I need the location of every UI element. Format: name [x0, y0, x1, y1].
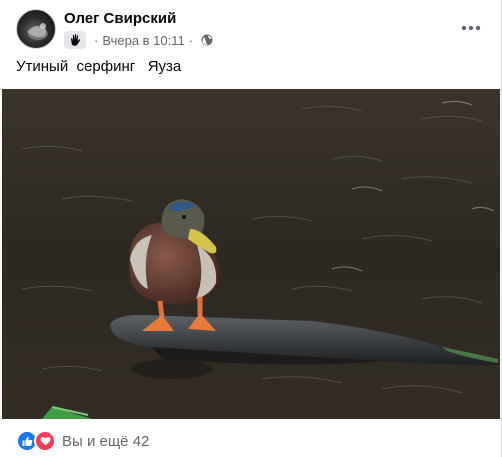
love-heart-icon: [34, 430, 56, 452]
hand-badge-icon[interactable]: [64, 31, 86, 49]
post-timestamp[interactable]: Вчера в 10:11: [102, 33, 184, 48]
reaction-icons[interactable]: [16, 430, 56, 452]
author-name[interactable]: Олег Свирский: [64, 10, 213, 28]
globe-icon[interactable]: [201, 34, 213, 46]
post-meta: Олег Свирский · Вчера в 10:11 ·: [64, 10, 213, 49]
more-options-icon: [461, 25, 481, 31]
feed-post: Олег Свирский · Вчера в 10:11 · Утиный с…: [0, 0, 502, 457]
meta-separator-2: ·: [188, 32, 194, 48]
post-header: Олег Свирский · Вчера в 10:11 ·: [16, 9, 489, 51]
post-caption: Утиный серфинг Яуза: [16, 58, 182, 75]
reactions-count[interactable]: Вы и ещё 42: [62, 433, 149, 450]
more-options-button[interactable]: [453, 10, 489, 46]
post-photo[interactable]: [2, 89, 500, 419]
post-subline: · Вчера в 10:11 ·: [64, 31, 213, 49]
avatar[interactable]: [16, 9, 56, 49]
meta-separator: ·: [94, 32, 99, 48]
reactions-bar: Вы и ещё 42: [16, 429, 149, 453]
